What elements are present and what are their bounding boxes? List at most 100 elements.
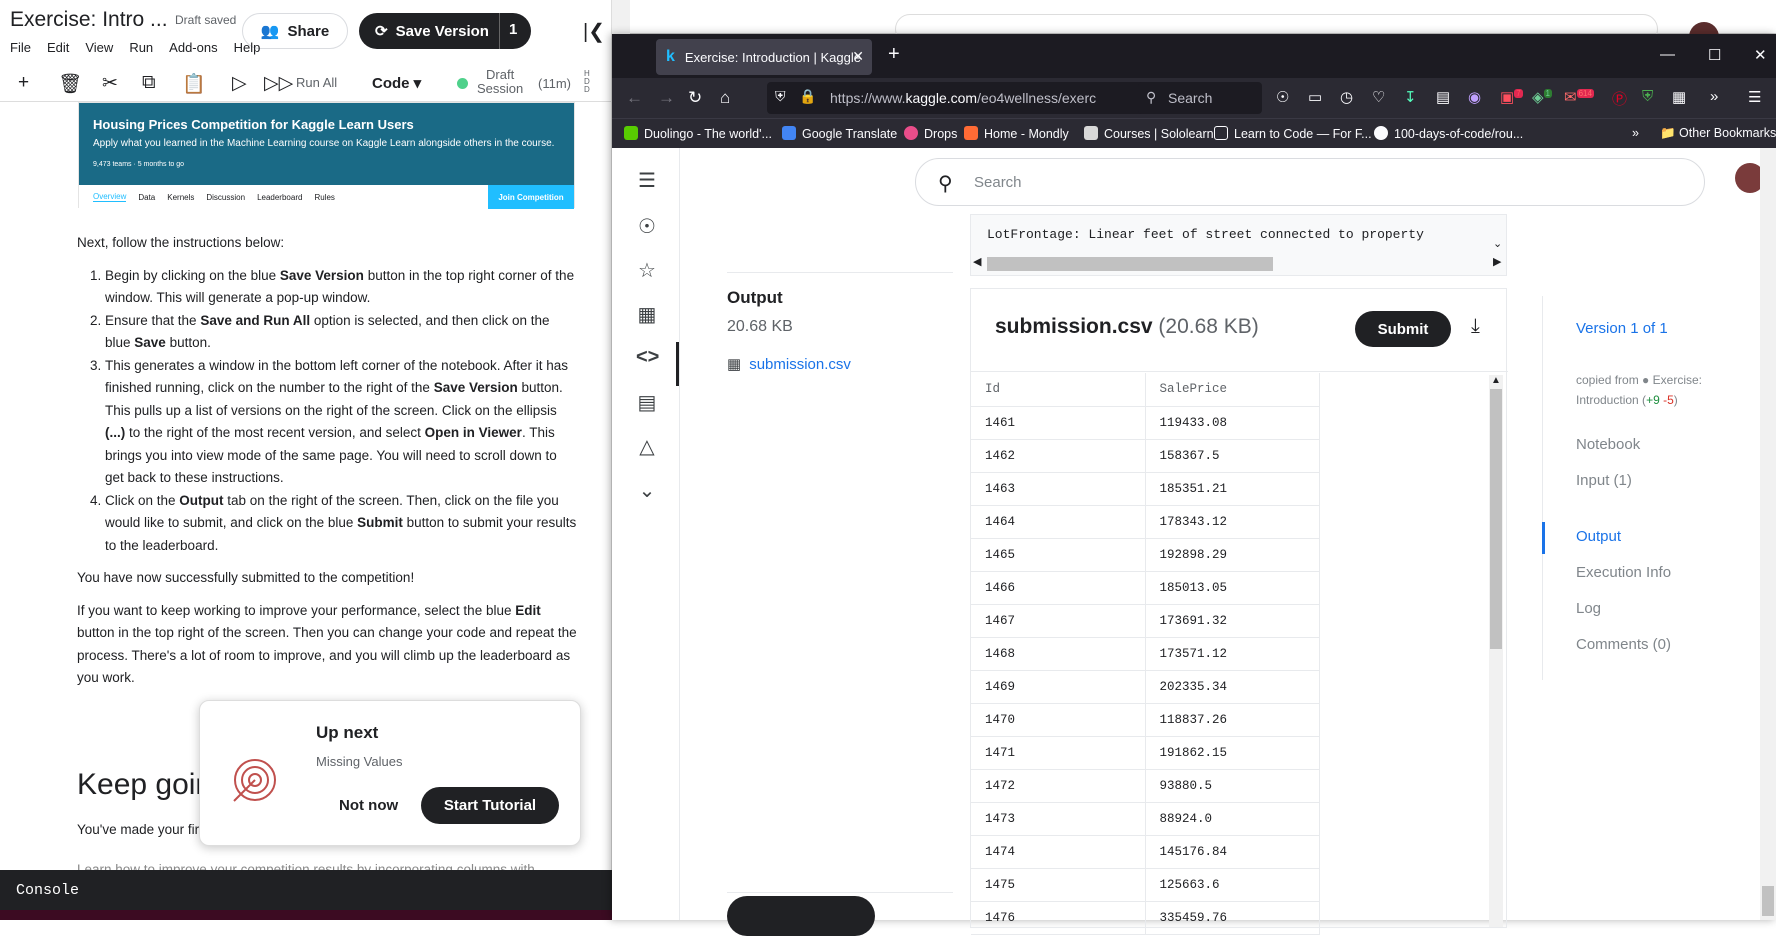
menu-addons[interactable]: Add-ons [169,40,217,55]
lock-icon[interactable]: 🔒 [799,88,816,105]
competition-banner[interactable]: Housing Prices Competition for Kaggle Le… [78,102,575,209]
run-all-icon[interactable]: ▷▷ [264,72,293,95]
forward-icon[interactable]: → [658,88,675,108]
chevron-down-icon[interactable]: ⌄ [636,478,658,503]
maximize-icon[interactable]: ☐ [1708,46,1721,64]
puzzle-icon[interactable]: ▦ [1672,88,1686,106]
cell-type-select[interactable]: Code ▾ [372,74,421,92]
url-bar[interactable]: ⛨ 🔒 https://www.kaggle.com/eo4wellness/e… [767,82,1181,114]
back-icon[interactable]: ← [626,88,643,108]
hamburger-menu-icon[interactable]: ☰ [1748,88,1761,106]
bookmark-freecodecamp[interactable]: Learn to Code — For F... [1214,126,1372,141]
tabs-icon[interactable]: ▭ [1308,88,1322,106]
up-next-popup: Up next Missing Values Not now Start Tut… [199,700,581,846]
notebook-title[interactable]: Exercise: Intro ... [10,8,168,32]
collapse-panel-icon[interactable]: |❮ [583,19,605,44]
bookmark-sololearn-label: Courses | Sololearn [1104,127,1214,141]
shield-check-icon[interactable]: ⛨ [1642,88,1653,105]
code-horizontal-scrollbar[interactable] [987,257,1273,271]
column-header-saleprice[interactable]: SalePrice [1145,373,1320,407]
copy-icon[interactable]: ⧉ [142,72,156,94]
kaggle-search-bar[interactable]: ⚲ Search [915,158,1705,206]
download-icon[interactable]: ⤓ [1471,315,1480,338]
not-now-button[interactable]: Not now [339,797,398,814]
scroll-right-icon[interactable]: ▶ [1493,255,1501,268]
new-tab-icon[interactable]: + [888,43,900,66]
bookmark-mondly[interactable]: Home - Mondly [964,126,1069,141]
menu-edit[interactable]: Edit [47,40,69,55]
bottom-action-button[interactable] [727,896,875,936]
column-header-id[interactable]: Id [971,373,1146,407]
bookmark-sololearn[interactable]: Courses | Sololearn [1084,126,1214,141]
reload-icon[interactable]: ↻ [688,88,702,108]
paste-icon[interactable]: 📋 [182,72,206,96]
close-tab-icon[interactable]: ✕ [852,48,864,65]
run-cell-icon[interactable]: ▷ [232,72,247,95]
menu-file[interactable]: File [10,40,31,55]
nav-log[interactable]: Log [1576,600,1601,617]
bookmark-github[interactable]: 100-days-of-code/rou... [1374,126,1523,141]
reader-icon[interactable]: ▤ [1436,88,1450,106]
run-all-label[interactable]: Run All [296,75,337,90]
code-icon[interactable]: <> [636,346,659,369]
console-bar[interactable]: Console [0,870,612,910]
table-icon[interactable]: ▦ [636,302,658,327]
menu-help[interactable]: Help [234,40,261,55]
close-window-icon[interactable]: ✕ [1754,46,1767,64]
home-icon[interactable]: ⌂ [720,88,730,108]
bookmark-google-translate[interactable]: Google Translate [782,126,897,141]
table-row: 1467 173691.32 [971,604,1320,638]
minimize-icon[interactable]: — [1660,46,1675,63]
file-preview-panel: submission.csv (20.68 KB) Submit ⤓ Id Sa… [970,288,1508,935]
add-cell-icon[interactable]: + [18,72,29,94]
page-scroll-thumb[interactable] [1762,886,1774,916]
scroll-left-icon[interactable]: ◀ [973,255,981,268]
school-icon[interactable]: △ [636,434,658,459]
url-prefix: https://www. [830,90,906,106]
shield-icon[interactable]: ⛨ [775,88,786,105]
nav-comments[interactable]: Comments (0) [1576,636,1671,653]
table-vertical-scrollbar[interactable]: ▲ [1489,375,1503,927]
nav-input[interactable]: Input (1) [1576,472,1632,489]
delete-icon[interactable]: 🗑 [58,72,82,96]
version-count-button[interactable]: 1 [509,21,517,38]
extension-icon-3[interactable]: ▣ 7 [1500,88,1523,106]
bookmark-duolingo[interactable]: Duolingo - The world'... [624,126,772,141]
page-scrollbar[interactable] [1760,148,1776,920]
extension-icon-2[interactable]: ◉ [1468,88,1481,106]
browser-search-box[interactable]: ⚲ Search [1138,82,1262,114]
submit-button[interactable]: Submit [1355,311,1451,347]
start-tutorial-button[interactable]: Start Tutorial [421,787,559,824]
browser-search-placeholder: Search [1168,90,1213,106]
menu-view[interactable]: View [85,40,113,55]
save-version-separator [499,13,500,49]
extension-icon-1[interactable]: ☉ [1276,88,1289,106]
nav-execution-info[interactable]: Execution Info [1576,564,1671,581]
extension-icon-4[interactable]: ◈ 1 [1532,88,1552,106]
compass-icon[interactable]: ☉ [636,214,658,239]
version-label[interactable]: Version 1 of 1 [1576,320,1668,337]
session-label[interactable]: Draft Session [477,68,523,96]
pocket-icon[interactable]: ♡ [1372,88,1385,106]
nav-output[interactable]: Output [1576,528,1621,545]
other-bookmarks[interactable]: 📁 Other Bookmarks [1660,126,1776,141]
nav-notebook[interactable]: Notebook [1576,436,1640,453]
menu-run[interactable]: Run [129,40,153,55]
bookmarks-overflow-icon[interactable]: » [1632,126,1639,140]
trophy-icon[interactable]: ☆ [636,258,658,283]
cut-icon[interactable]: ✂ [102,72,118,95]
menu-icon[interactable]: ☰ [636,168,658,193]
overflow-icon[interactable]: » [1710,88,1718,105]
history-icon[interactable]: ◷ [1340,88,1353,106]
pinterest-icon[interactable]: Ⓟ [1612,88,1627,109]
download-icon[interactable]: ↧ [1404,88,1417,106]
browser-tab-active[interactable]: k Exercise: Introduction | Kaggle ✕ [656,39,872,75]
scroll-down-icon[interactable]: ⌄ [1493,237,1502,250]
output-file-link[interactable]: ▦ submission.csv [727,355,851,373]
bookmark-drops[interactable]: Drops [904,126,957,141]
discussion-icon[interactable]: ▤ [636,390,658,415]
table-scroll-thumb[interactable] [1490,389,1502,649]
save-version-button[interactable]: ⟳ Save Version 1 [359,13,531,49]
scroll-up-icon[interactable]: ▲ [1491,375,1501,386]
mail-icon[interactable]: ✉ 614 [1564,88,1594,106]
